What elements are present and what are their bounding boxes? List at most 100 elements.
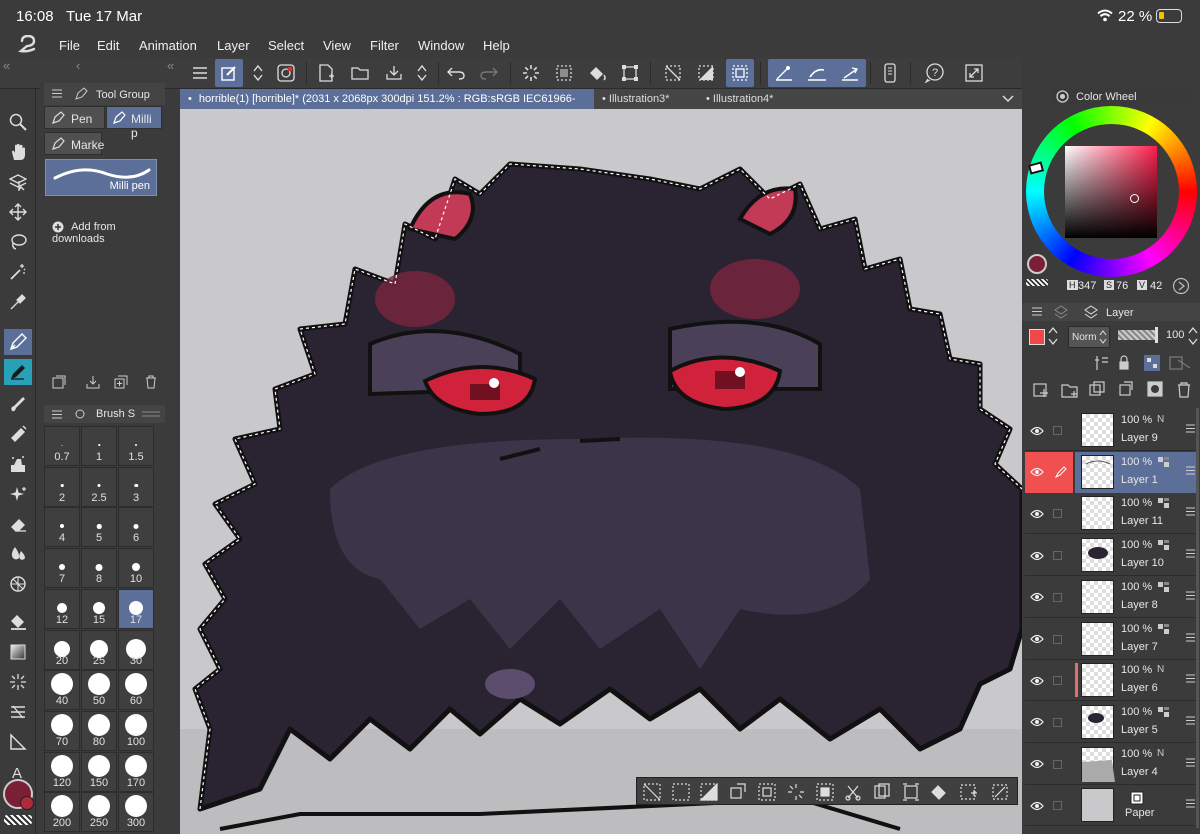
settings-icon[interactable] bbox=[52, 375, 66, 389]
brush-size-30[interactable]: 30 bbox=[118, 629, 154, 670]
save-icon[interactable] bbox=[380, 59, 408, 87]
blend-mode-select[interactable]: Norm bbox=[1068, 326, 1110, 348]
menu-window[interactable]: Window bbox=[418, 38, 464, 53]
lock-checkbox[interactable] bbox=[1053, 801, 1062, 811]
scroll-arrows-icon[interactable] bbox=[1048, 326, 1058, 346]
visibility-eye-icon[interactable] bbox=[1025, 785, 1049, 826]
brush-size-80[interactable]: 80 bbox=[81, 710, 117, 751]
brush-size-7[interactable]: 7 bbox=[44, 548, 80, 589]
main-color-chip[interactable] bbox=[1027, 254, 1047, 274]
hamburger-menu-icon[interactable] bbox=[186, 59, 214, 87]
brush-size-300[interactable]: 300 bbox=[118, 792, 154, 833]
brush-size-8[interactable]: 8 bbox=[81, 548, 117, 589]
layer-color-chip[interactable] bbox=[1029, 329, 1045, 345]
visibility-eye-icon[interactable] bbox=[1025, 493, 1049, 534]
pen-tool-icon[interactable] bbox=[4, 329, 32, 355]
panel-menu-icon[interactable] bbox=[52, 89, 62, 98]
transform-icon[interactable] bbox=[616, 59, 644, 87]
layer-menu-icon[interactable] bbox=[1186, 633, 1195, 642]
brush-size-2.5[interactable]: 2.5 bbox=[81, 466, 117, 507]
layer-row[interactable]: 100 % Layer 11 bbox=[1025, 493, 1197, 535]
new-canvas-icon[interactable] bbox=[312, 59, 340, 87]
loading-spinner-icon[interactable] bbox=[517, 59, 545, 87]
collapse-left-icon-2[interactable]: ‹ bbox=[76, 58, 80, 73]
transparent-chip[interactable] bbox=[1026, 279, 1048, 286]
layer-property-icon[interactable] bbox=[1054, 305, 1068, 319]
layer-row[interactable]: 100 % Layer 10 bbox=[1025, 535, 1197, 577]
opacity-slider[interactable] bbox=[1118, 327, 1158, 343]
subtool-tab-marker[interactable]: Marke bbox=[44, 132, 104, 155]
select-all-icon[interactable] bbox=[550, 59, 578, 87]
menu-select[interactable]: Select bbox=[268, 38, 304, 53]
layer-row[interactable]: 100 % Layer 1 bbox=[1025, 451, 1197, 493]
brush-size-0.7[interactable]: 0.7 bbox=[44, 426, 80, 466]
layer-scrollbar[interactable] bbox=[1196, 408, 1199, 828]
layer-menu-icon[interactable] bbox=[1186, 466, 1195, 475]
collapse-left-icon[interactable]: « bbox=[3, 58, 10, 73]
record-icon[interactable] bbox=[272, 59, 300, 87]
layer-menu-icon[interactable] bbox=[1186, 716, 1195, 725]
redo-icon[interactable] bbox=[475, 59, 503, 87]
scroll-arrows-icon[interactable] bbox=[244, 59, 272, 87]
brush-size-4[interactable]: 4 bbox=[44, 507, 80, 548]
help-icon[interactable]: ? bbox=[920, 59, 948, 87]
layer-row[interactable]: 100 % N Layer 6 bbox=[1025, 660, 1197, 702]
gradient-icon[interactable] bbox=[4, 639, 32, 665]
brush-size-17[interactable]: 17 bbox=[118, 588, 154, 629]
subtool-tab-pen[interactable]: Pen bbox=[44, 106, 105, 129]
layer-menu-icon[interactable] bbox=[1186, 758, 1195, 767]
brush-size-250[interactable]: 250 bbox=[81, 792, 117, 833]
frame-icon[interactable] bbox=[4, 699, 32, 725]
collapse-mid-icon[interactable]: « bbox=[167, 58, 174, 73]
fill-icon[interactable] bbox=[4, 609, 32, 635]
subtool-tab-milli[interactable]: Milli p bbox=[106, 106, 162, 140]
visibility-eye-icon[interactable] bbox=[1025, 660, 1049, 701]
decoration-icon[interactable] bbox=[4, 451, 32, 477]
effect-line-icon[interactable] bbox=[4, 669, 32, 695]
drawing-canvas[interactable] bbox=[180, 109, 1022, 834]
brush-size-60[interactable]: 60 bbox=[118, 670, 154, 711]
layer-lock-icons[interactable] bbox=[1094, 354, 1200, 372]
layer-row[interactable]: 100 % Layer 5 bbox=[1025, 702, 1197, 743]
app-logo-icon[interactable] bbox=[18, 35, 38, 53]
eraser-icon[interactable] bbox=[4, 511, 32, 537]
lock-checkbox[interactable] bbox=[1053, 634, 1062, 644]
figure-tool-icon[interactable] bbox=[4, 571, 32, 597]
menu-filter[interactable]: Filter bbox=[370, 38, 399, 53]
brush-size-170[interactable]: 170 bbox=[118, 751, 154, 792]
tab-horrible[interactable]: • horrible(1) [horrible]* (2031 x 2068px… bbox=[180, 89, 594, 125]
brush-size-12[interactable]: 12 bbox=[44, 588, 80, 629]
trash-icon[interactable] bbox=[144, 375, 158, 389]
visibility-eye-icon[interactable] bbox=[1025, 619, 1049, 660]
brush-size-150[interactable]: 150 bbox=[81, 751, 117, 792]
layer-menu-icon[interactable] bbox=[1186, 591, 1195, 600]
brush-size-20[interactable]: 20 bbox=[44, 629, 80, 670]
menu-layer[interactable]: Layer bbox=[217, 38, 250, 53]
tab-illustration4[interactable]: • Illustration4* bbox=[706, 89, 806, 109]
ruler-tool-icon[interactable] bbox=[4, 729, 32, 755]
open-folder-icon[interactable] bbox=[346, 59, 374, 87]
layer-menu-icon[interactable] bbox=[1186, 507, 1195, 516]
layer-row[interactable]: 100 % N Layer 9 bbox=[1025, 410, 1197, 451]
lock-checkbox[interactable] bbox=[1053, 426, 1062, 435]
layer-action-icons[interactable] bbox=[1032, 380, 1198, 400]
edit-target-pencil-icon[interactable] bbox=[1049, 451, 1073, 493]
layer-menu-icon[interactable] bbox=[1186, 424, 1195, 433]
layer-menu-icon[interactable] bbox=[1186, 549, 1195, 558]
snap-special-ruler-icon[interactable] bbox=[803, 59, 831, 87]
slider-tab-icon[interactable] bbox=[142, 409, 160, 419]
layer-row[interactable]: 100 % Layer 7 bbox=[1025, 619, 1197, 660]
show-selection-icon[interactable] bbox=[726, 59, 754, 87]
device-icon[interactable] bbox=[876, 59, 904, 87]
magic-wand-icon[interactable] bbox=[4, 259, 32, 285]
layer-content[interactable]: 100 % Layer 5 bbox=[1075, 702, 1197, 743]
layer-content[interactable]: 100 % Layer 7 bbox=[1075, 619, 1197, 660]
airbrush-icon[interactable] bbox=[4, 421, 32, 447]
layer-content[interactable]: 100 % Layer 10 bbox=[1075, 535, 1197, 576]
brush-size-70[interactable]: 70 bbox=[44, 710, 80, 751]
lock-checkbox[interactable] bbox=[1053, 759, 1062, 769]
visibility-eye-icon[interactable] bbox=[1025, 702, 1049, 743]
layer-content[interactable]: 100 % N Layer 6 bbox=[1075, 660, 1197, 701]
move-icon[interactable] bbox=[4, 199, 32, 225]
pencil-tool-icon[interactable] bbox=[4, 359, 32, 385]
